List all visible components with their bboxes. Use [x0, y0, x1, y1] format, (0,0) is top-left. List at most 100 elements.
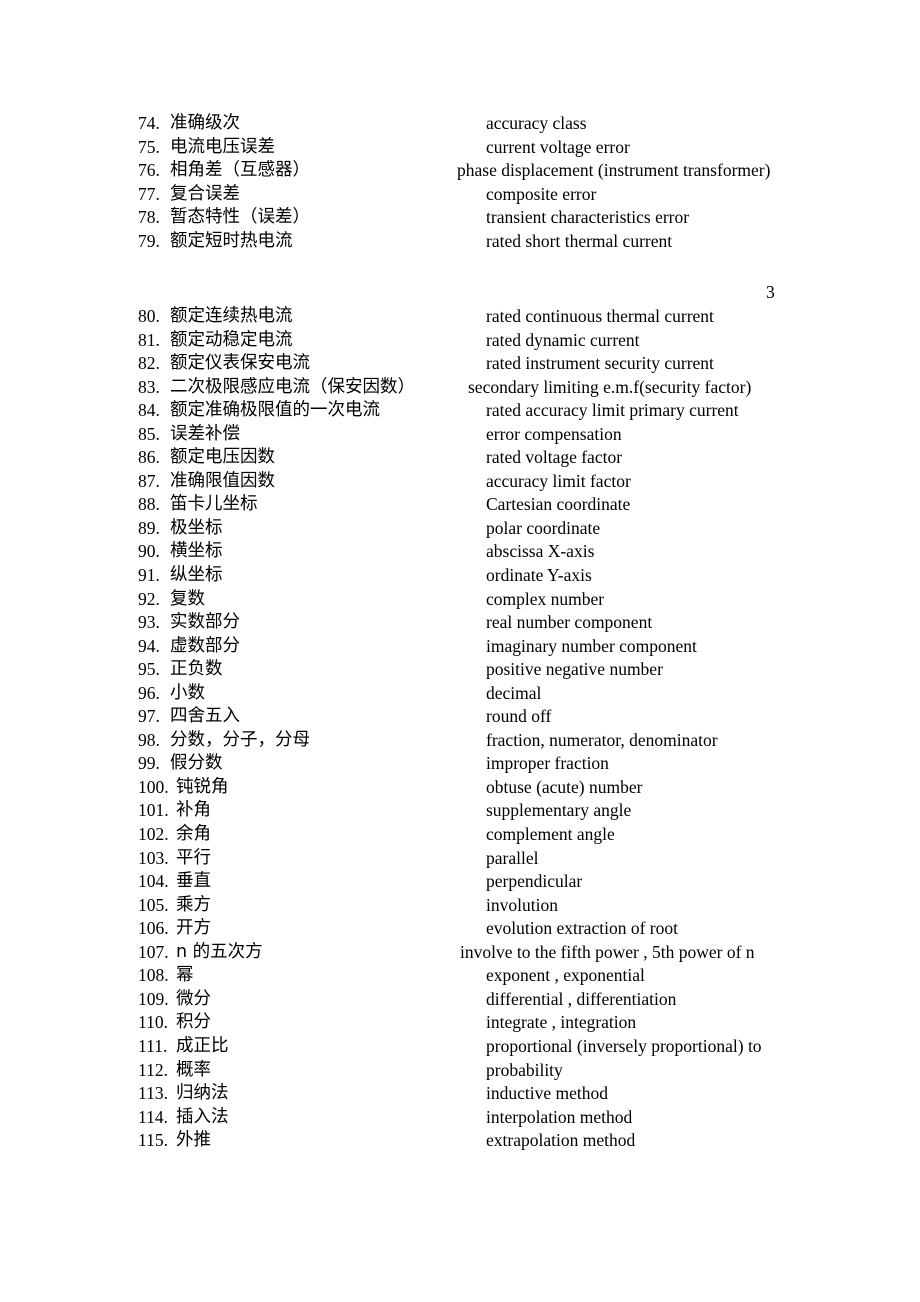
glossary-entry: 87. 准确限值因数 accuracy limit factor: [0, 470, 920, 494]
entry-term-english: fraction, numerator, denominator: [486, 729, 718, 750]
glossary-entry: 113. 归纳法 inductive method: [0, 1082, 920, 1106]
glossary-entry: 109. 微分 differential , differentiation: [0, 988, 920, 1012]
entry-term-english: ordinate Y-axis: [486, 565, 592, 586]
glossary-entry: 98. 分数，分子，分母 fraction, numerator, denomina…: [0, 729, 920, 753]
glossary-entry: 110. 积分 integrate , integration: [0, 1011, 920, 1035]
entry-number: 112.: [138, 1059, 168, 1080]
entry-number: 82.: [138, 353, 160, 374]
glossary-entry: 115. 外推 extrapolation method: [0, 1129, 920, 1153]
entry-number: 74.: [138, 113, 160, 133]
entry-term-english: perpendicular: [486, 871, 583, 892]
entry-term-chinese: 相角差（互感器）: [170, 160, 310, 181]
entry-number: 85.: [138, 423, 160, 444]
glossary-entry: 81. 额定动稳定电流 rated dynamic current: [0, 329, 920, 353]
entry-term-chinese: 纵坐标: [170, 565, 223, 586]
entry-term-chinese: 幂: [176, 965, 194, 986]
entry-number: 81.: [138, 329, 160, 350]
glossary-entry: 79. 额定短时热电流 rated short thermal current: [0, 230, 920, 254]
entry-term-english: probability: [486, 1059, 563, 1080]
entry-term-english: evolution extraction of root: [486, 918, 678, 939]
entry-number: 95.: [138, 659, 160, 680]
glossary-block-top: 74. 准确级次 accuracy class 75. 电流电压误差 current vo…: [0, 112, 920, 253]
glossary-entry: 84. 额定准确极限值的一次电流 rated accuracy limit prim…: [0, 399, 920, 423]
entry-term-chinese: 小数: [170, 682, 205, 703]
glossary-entry: 74. 准确级次 accuracy class: [0, 112, 920, 136]
entry-number: 115.: [138, 1130, 168, 1151]
glossary-entry: 96. 小数 decimal: [0, 682, 920, 706]
entry-term-english: rated instrument security current: [486, 353, 714, 374]
glossary-entry: 103. 平行 parallel: [0, 847, 920, 871]
entry-number: 96.: [138, 682, 160, 703]
entry-term-chinese: 虚数部分: [170, 635, 240, 656]
entry-term-chinese: 笛卡儿坐标: [170, 494, 258, 515]
entry-number: 113.: [138, 1083, 168, 1104]
entry-term-chinese: n 的五次方: [176, 941, 263, 962]
entry-term-chinese: 积分: [176, 1012, 211, 1033]
entry-term-english: error compensation: [486, 423, 622, 444]
entry-term-chinese: 假分数: [170, 753, 223, 774]
entry-term-chinese: 额定仪表保安电流: [170, 353, 310, 374]
entry-term-english: polar coordinate: [486, 517, 601, 538]
entry-term-chinese: 外推: [176, 1130, 211, 1151]
entry-number: 92.: [138, 588, 160, 609]
glossary-block-main: 80. 额定连续热电流 rated continuous thermal curre…: [0, 305, 920, 1153]
entry-number: 107.: [138, 941, 169, 962]
entry-term-chinese: 插入法: [176, 1106, 229, 1127]
entry-term-chinese: 概率: [176, 1059, 211, 1080]
glossary-entry: 107. n 的五次方 involve to the fifth power , 5…: [0, 941, 920, 965]
glossary-entry: 104. 垂直 perpendicular: [0, 870, 920, 894]
entry-term-chinese: 准确级次: [170, 113, 240, 133]
entry-number: 78.: [138, 207, 160, 228]
entry-number: 88.: [138, 494, 160, 515]
entry-term-chinese: 钝锐角: [176, 776, 229, 797]
entry-term-english: secondary limiting e.m.f(security factor…: [468, 376, 752, 397]
entry-term-english: current voltage error: [486, 136, 630, 157]
glossary-entry: 89. 极坐标 polar coordinate: [0, 517, 920, 541]
entry-term-chinese: 电流电压误差: [170, 136, 275, 157]
glossary-entry: 88. 笛卡儿坐标 Cartesian coordinate: [0, 493, 920, 517]
glossary-entry: 108. 幂 exponent , exponential: [0, 964, 920, 988]
glossary-entry: 85. 误差补偿 error compensation: [0, 423, 920, 447]
entry-term-chinese: 额定动稳定电流: [170, 329, 293, 350]
entry-term-chinese: 乘方: [176, 894, 211, 915]
glossary-entry: 82. 额定仪表保安电流 rated instrument security cur…: [0, 352, 920, 376]
entry-term-english: rated voltage factor: [486, 447, 623, 468]
entry-number: 75.: [138, 136, 160, 157]
glossary-entry: 100. 钝锐角 obtuse (acute) number: [0, 776, 920, 800]
entry-number: 99.: [138, 753, 160, 774]
entry-term-english: interpolation method: [486, 1106, 633, 1127]
entry-number: 101.: [138, 800, 169, 821]
entry-term-chinese: 额定短时热电流: [170, 230, 293, 251]
glossary-entry: 112. 概率 probability: [0, 1059, 920, 1083]
entry-term-english: extrapolation method: [486, 1130, 636, 1151]
entry-term-english: supplementary angle: [486, 800, 632, 821]
entry-term-english: parallel: [486, 847, 539, 868]
entry-term-english: transient characteristics error: [486, 207, 690, 228]
glossary-entry: 80. 额定连续热电流 rated continuous thermal curre…: [0, 305, 920, 329]
entry-number: 105.: [138, 894, 169, 915]
entry-term-chinese: 平行: [176, 847, 211, 868]
entry-number: 103.: [138, 847, 169, 868]
entry-term-english: differential , differentiation: [486, 988, 677, 1009]
glossary-entry: 91. 纵坐标 ordinate Y-axis: [0, 564, 920, 588]
glossary-entry: 78. 暂态特性（误差） transient characteristics err…: [0, 206, 920, 230]
entry-term-english: real number component: [486, 612, 653, 633]
entry-number: 110.: [138, 1012, 168, 1033]
glossary-entry: 83. 二次极限感应电流（保安因数） secondary limiting e.m.…: [0, 376, 920, 400]
entry-number: 93.: [138, 612, 160, 633]
entry-number: 90.: [138, 541, 160, 562]
entry-number: 100.: [138, 776, 169, 797]
glossary-entry: 90. 横坐标 abscissa X-axis: [0, 540, 920, 564]
entry-number: 109.: [138, 988, 169, 1009]
entry-number: 80.: [138, 306, 160, 326]
entry-term-english: complement angle: [486, 824, 615, 845]
entry-term-chinese: 补角: [176, 800, 211, 821]
entry-term-chinese: 微分: [176, 988, 211, 1009]
entry-term-english: integrate , integration: [486, 1012, 637, 1033]
entry-term-english: imaginary number component: [486, 635, 697, 656]
entry-number: 111.: [138, 1035, 168, 1056]
entry-term-chinese: 误差补偿: [170, 423, 240, 444]
entry-term-chinese: 实数部分: [170, 612, 240, 633]
entry-term-english: round off: [486, 706, 552, 727]
entry-term-english: obtuse (acute) number: [486, 776, 643, 797]
